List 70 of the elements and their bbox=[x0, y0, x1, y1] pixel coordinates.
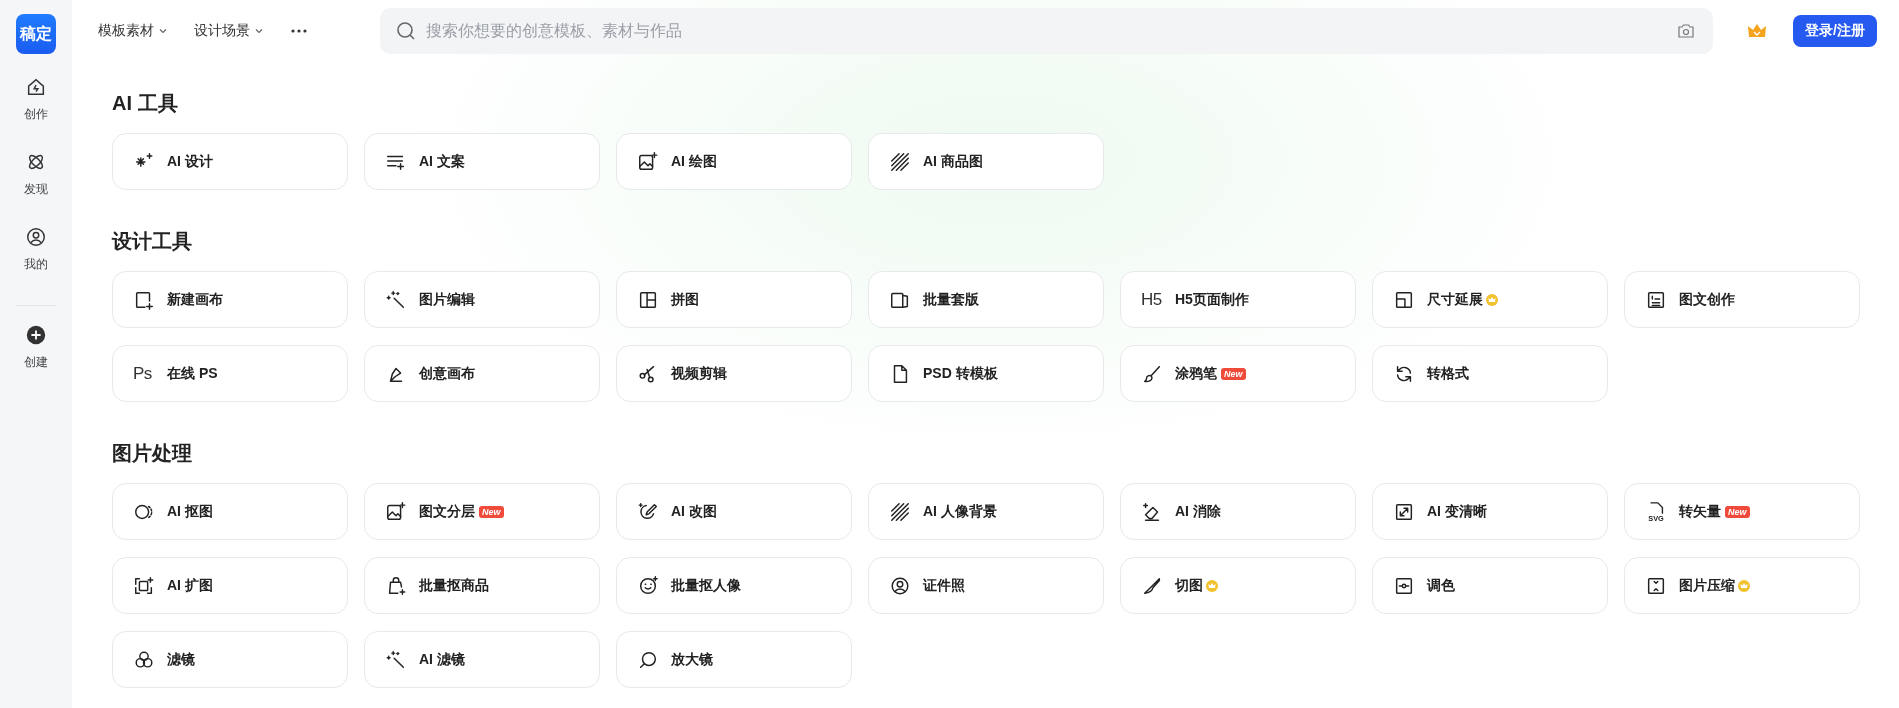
sidebar-item[interactable]: 创建 bbox=[24, 324, 48, 371]
caret-icon bbox=[254, 26, 264, 36]
tool-card[interactable]: AI 绘图 bbox=[616, 133, 852, 190]
home-icon bbox=[25, 76, 47, 98]
tool-card[interactable]: H5 H5页面制作 bbox=[1120, 271, 1356, 328]
nav-menu[interactable]: 设计场景 bbox=[194, 22, 264, 40]
icon-label: Ps bbox=[133, 363, 153, 384]
tool-card[interactable]: 放大镜 bbox=[616, 631, 852, 688]
more-icon[interactable] bbox=[290, 28, 308, 34]
tool-card[interactable]: AI 文案 bbox=[364, 133, 600, 190]
crown-badge-icon bbox=[1486, 293, 1498, 306]
plus-icon bbox=[25, 324, 47, 346]
crown-badge-icon bbox=[1206, 579, 1218, 592]
hatch-icon bbox=[889, 150, 911, 173]
tool-card[interactable]: AI 人像背景 bbox=[868, 483, 1104, 540]
tool-card[interactable]: SVG 转矢量 New bbox=[1624, 483, 1860, 540]
smile-icon bbox=[637, 574, 659, 597]
tool-card[interactable]: AI 变清晰 bbox=[1372, 483, 1608, 540]
tool-card[interactable]: 拼图 bbox=[616, 271, 852, 328]
tool-card[interactable]: 图文创作 bbox=[1624, 271, 1860, 328]
tool-card[interactable]: AI 消除 bbox=[1120, 483, 1356, 540]
tool-card[interactable]: AI 扩图 bbox=[112, 557, 348, 614]
section-title: AI 工具 bbox=[112, 91, 179, 116]
crown-badge-icon bbox=[1738, 579, 1750, 592]
tool-card[interactable]: 涂鸦笔 New bbox=[1120, 345, 1356, 402]
tool-card[interactable]: AI 商品图 bbox=[868, 133, 1104, 190]
tool-card[interactable]: AI 设计 bbox=[112, 133, 348, 190]
tool-card[interactable]: 调色 bbox=[1372, 557, 1608, 614]
tool-card[interactable]: 转格式 bbox=[1372, 345, 1608, 402]
tool-card[interactable]: 滤镜 bbox=[112, 631, 348, 688]
login-button[interactable]: 登录/注册 bbox=[1793, 15, 1877, 47]
tool-card[interactable]: 批量抠人像 bbox=[616, 557, 852, 614]
sidebar-item[interactable]: 我的 bbox=[24, 226, 48, 273]
tool-card[interactable]: 图文分层 New bbox=[364, 483, 600, 540]
tool-card[interactable]: 新建画布 bbox=[112, 271, 348, 328]
camera-icon[interactable] bbox=[1677, 22, 1696, 40]
image-icon bbox=[637, 150, 659, 173]
tool-card[interactable]: 证件照 bbox=[868, 557, 1104, 614]
image-icon bbox=[385, 500, 407, 523]
crown-icon[interactable] bbox=[1747, 22, 1768, 40]
icon-label: H5 bbox=[1141, 289, 1163, 310]
tool-card[interactable]: PSD 转模板 bbox=[868, 345, 1104, 402]
tool-card[interactable]: AI 抠图 bbox=[112, 483, 348, 540]
wand-icon bbox=[385, 648, 407, 671]
sidebar-item[interactable]: 发现 bbox=[24, 151, 48, 198]
tool-card[interactable]: Ps 在线 PS bbox=[112, 345, 348, 402]
tool-card[interactable]: 尺寸延展 bbox=[1372, 271, 1608, 328]
search-field[interactable]: 搜索你想要的创意模板、素材与作品 bbox=[380, 8, 1714, 54]
sidebar-item[interactable]: 创作 bbox=[24, 76, 48, 123]
tool-card[interactable]: 图片压缩 bbox=[1624, 557, 1860, 614]
new-badge: New bbox=[1221, 367, 1246, 380]
logo[interactable]: 稿定 bbox=[16, 14, 56, 54]
tool-card[interactable]: 切图 bbox=[1120, 557, 1356, 614]
tool-card[interactable]: AI 改图 bbox=[616, 483, 852, 540]
tool-card[interactable]: 批量套版 bbox=[868, 271, 1104, 328]
new-badge: New bbox=[479, 505, 504, 518]
tool-card[interactable]: AI 滤镜 bbox=[364, 631, 600, 688]
section-title: 设计工具 bbox=[112, 229, 193, 254]
caret-icon bbox=[158, 26, 168, 36]
tool-card[interactable]: 视频剪辑 bbox=[616, 345, 852, 402]
tool-card[interactable]: 图片编辑 bbox=[364, 271, 600, 328]
new-badge: New bbox=[1725, 505, 1750, 518]
dashed-square-icon bbox=[133, 574, 155, 597]
tool-card[interactable]: 批量抠商品 bbox=[364, 557, 600, 614]
user-icon bbox=[25, 226, 47, 248]
hatch-icon bbox=[889, 500, 911, 523]
section-title: 图片处理 bbox=[112, 441, 193, 466]
wand-icon bbox=[385, 288, 407, 311]
tool-card[interactable]: 创意画布 bbox=[364, 345, 600, 402]
nav-menu[interactable]: 模板素材 bbox=[98, 22, 168, 40]
